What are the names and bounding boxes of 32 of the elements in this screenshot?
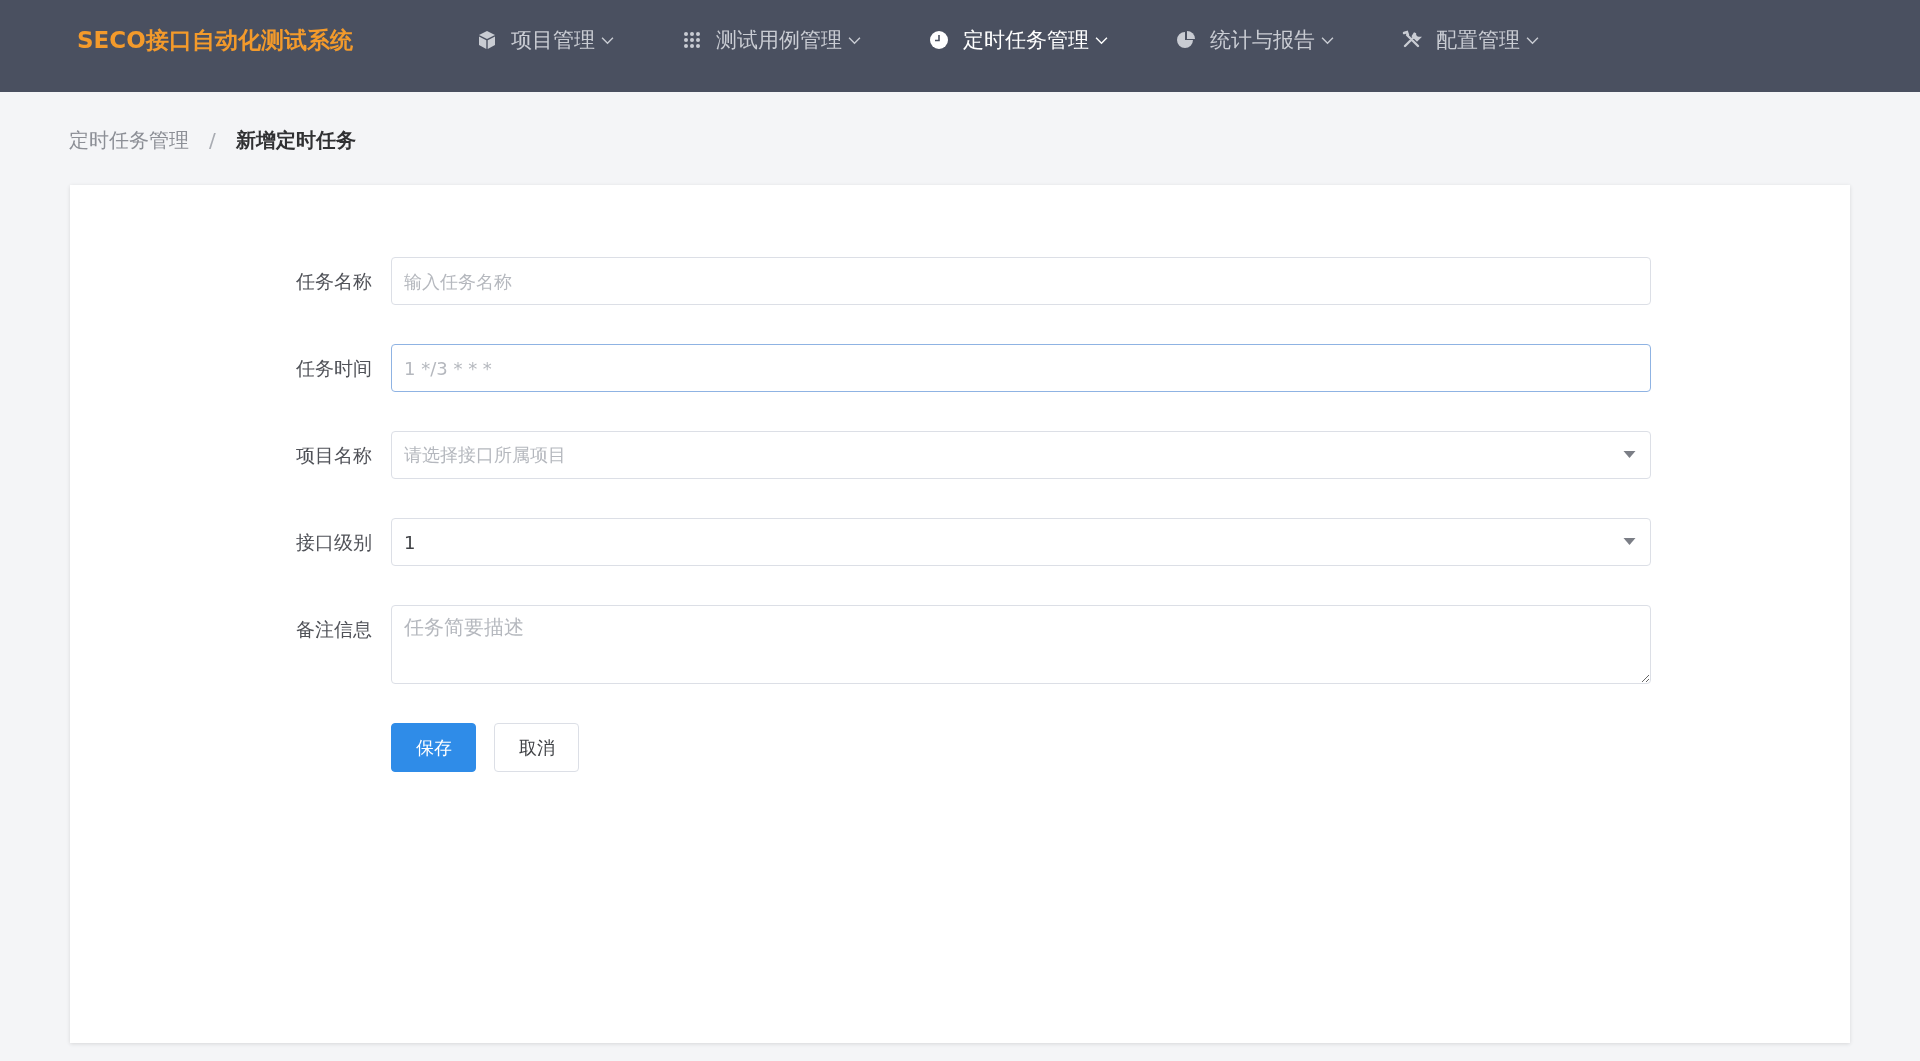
chevron-down-icon — [1095, 35, 1108, 45]
field-label: 项目名称 — [296, 443, 372, 468]
nav-menu-item[interactable]: 统计与报告 — [1176, 26, 1334, 54]
pie-chart-icon — [1176, 30, 1196, 50]
cancel-button[interactable]: 取消 — [494, 723, 579, 772]
text-input-field[interactable]: 输入任务名称 — [391, 257, 1651, 305]
tools-icon — [1402, 30, 1422, 50]
chevron-down-icon — [1526, 35, 1539, 45]
field-label: 接口级别 — [296, 530, 372, 555]
app-logo-title: SECO接口自动化测试系统 — [77, 25, 354, 55]
cube-icon — [477, 30, 497, 50]
chevron-down-icon — [601, 35, 614, 45]
nav-menu-item[interactable]: 项目管理 — [477, 26, 614, 54]
dropdown-arrow-icon — [1623, 451, 1636, 459]
nav-menu-item[interactable]: 定时任务管理 — [929, 26, 1108, 54]
chevron-down-icon — [1321, 35, 1334, 45]
dropdown-arrow-icon — [1623, 538, 1636, 546]
field-label: 任务时间 — [296, 356, 372, 381]
breadcrumb-item[interactable]: 定时任务管理 — [69, 126, 189, 154]
grid-icon — [682, 30, 702, 50]
clock-icon — [929, 30, 949, 50]
field-label: 任务名称 — [296, 269, 372, 294]
field-label: 备注信息 — [296, 617, 372, 642]
text-input-field[interactable]: 1 */3 * * * — [391, 344, 1651, 392]
textarea-field[interactable]: 任务简要描述 — [391, 605, 1651, 684]
save-button[interactable]: 保存 — [391, 723, 476, 772]
nav-menu-item[interactable]: 配置管理 — [1402, 26, 1539, 54]
nav-menu-item[interactable]: 测试用例管理 — [682, 26, 861, 54]
breadcrumb-separator: / — [209, 128, 216, 152]
breadcrumb-item: 新增定时任务 — [235, 126, 356, 154]
select-dropdown[interactable]: 1 — [391, 518, 1651, 566]
chevron-down-icon — [848, 35, 861, 45]
